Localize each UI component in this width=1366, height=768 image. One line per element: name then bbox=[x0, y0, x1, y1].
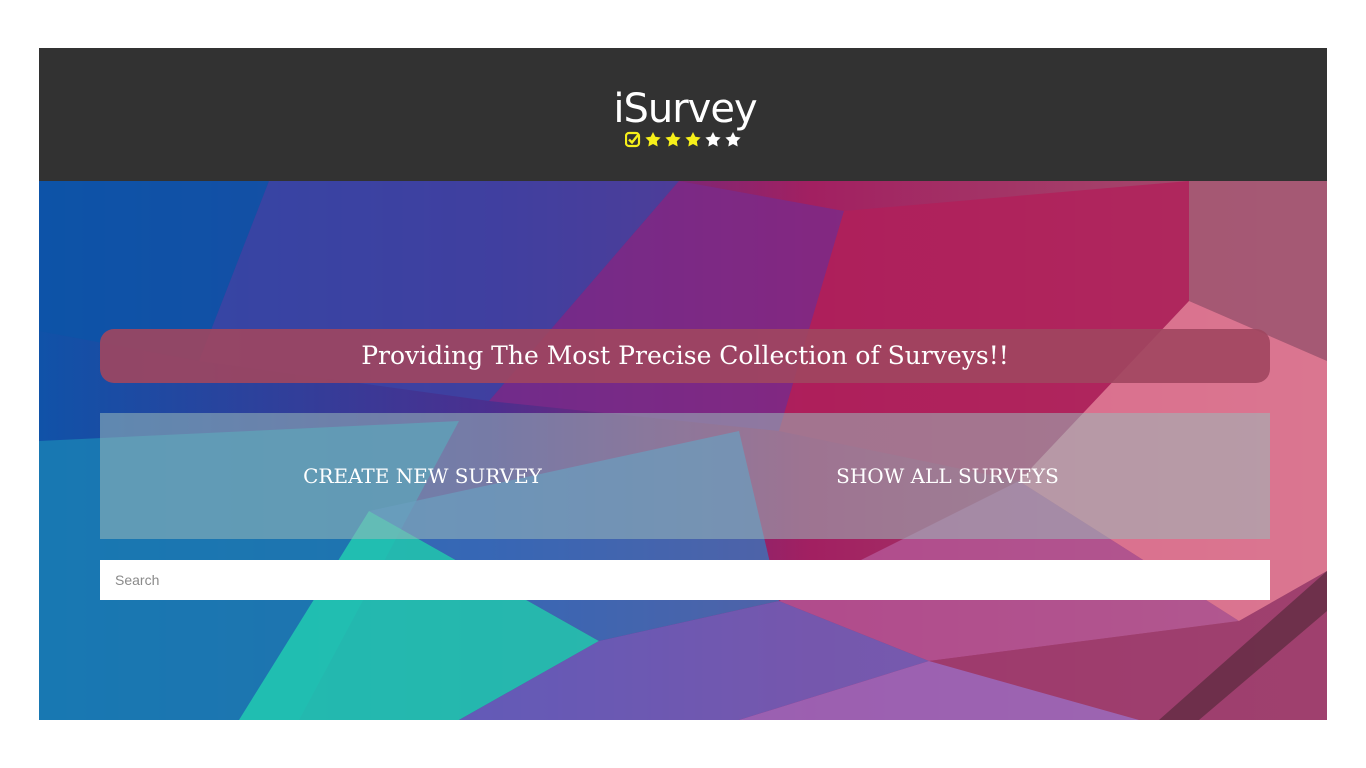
star-rating-icon bbox=[625, 131, 741, 148]
create-new-survey-button[interactable]: CREATE NEW SURVEY bbox=[100, 413, 745, 539]
rating-stars bbox=[625, 130, 745, 150]
star-icon bbox=[665, 132, 681, 147]
search-input[interactable] bbox=[100, 560, 1270, 600]
hero-section: Providing The Most Precise Collection of… bbox=[39, 181, 1327, 720]
tagline-banner: Providing The Most Precise Collection of… bbox=[100, 329, 1270, 383]
star-outline-icon bbox=[725, 132, 741, 147]
show-all-surveys-button[interactable]: SHOW ALL SURVEYS bbox=[685, 413, 1210, 539]
actions-panel: CREATE NEW SURVEY SHOW ALL SURVEYS bbox=[100, 413, 1270, 539]
header-bar: iSurvey bbox=[39, 48, 1327, 181]
star-icon bbox=[685, 132, 701, 147]
check-icon bbox=[628, 134, 639, 145]
logo-text: iSurvey bbox=[613, 86, 757, 132]
page-frame: iSurvey Providing The Most Precise Colle… bbox=[39, 48, 1327, 720]
logo[interactable]: iSurvey bbox=[605, 86, 765, 152]
star-outline-icon bbox=[705, 132, 721, 147]
star-icon bbox=[645, 132, 661, 147]
